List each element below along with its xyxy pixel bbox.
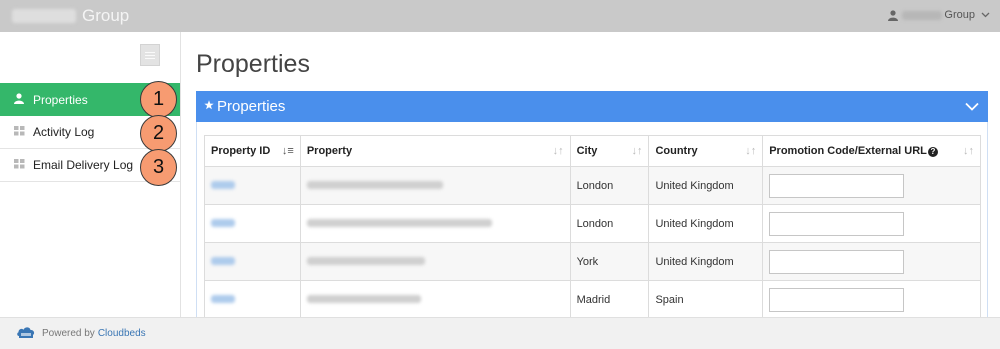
column-header-property[interactable]: Property ↓↑ — [299, 135, 571, 167]
sort-icon[interactable]: ↓↑ — [963, 145, 974, 157]
hamburger-line — [145, 51, 155, 53]
cloudbeds-link[interactable]: Cloudbeds — [98, 328, 146, 339]
page-title: Properties — [196, 50, 310, 78]
panel-header[interactable]: Properties — [196, 91, 988, 122]
promo-code-input[interactable] — [769, 287, 905, 312]
sort-icon[interactable]: ↓↑ — [631, 145, 642, 157]
sidebar-item-label: Activity Log — [33, 125, 95, 139]
column-header-label: Property — [306, 145, 353, 157]
property-name-redacted — [306, 218, 492, 227]
chevron-down-icon — [981, 9, 990, 21]
promo-code-input[interactable] — [769, 211, 905, 236]
table-row: Madrid Spain — [204, 280, 981, 319]
property-name-cell — [299, 204, 571, 243]
promo-code-input[interactable] — [769, 173, 905, 198]
user-menu[interactable]: Group — [888, 9, 990, 21]
table-row: London United Kingdom — [204, 166, 981, 205]
column-header-property-id[interactable]: Property ID ↓≡ — [204, 135, 301, 167]
user-suffix: Group — [944, 9, 975, 21]
grid-icon — [13, 125, 25, 139]
top-bar: Group Group — [0, 0, 1000, 32]
sort-icon[interactable]: ↓↑ — [553, 145, 564, 157]
column-header-label: Promotion Code/External URL — [769, 145, 927, 157]
property-name-redacted — [306, 294, 421, 303]
property-id-cell[interactable] — [204, 204, 301, 243]
sort-icon[interactable]: ↓↑ — [745, 145, 756, 157]
property-id-redacted[interactable] — [211, 256, 235, 265]
country-cell: United Kingdom — [648, 204, 764, 243]
property-name-cell — [299, 242, 571, 281]
powered-by-text: Powered by — [42, 328, 95, 339]
country-cell: United Kingdom — [648, 242, 764, 281]
property-id-cell[interactable] — [204, 166, 301, 205]
menu-toggle-button[interactable] — [140, 44, 160, 66]
property-id-cell[interactable] — [204, 242, 301, 281]
property-id-redacted[interactable] — [211, 180, 235, 189]
callout-badge: 3 — [140, 149, 177, 186]
brand-name-redacted — [12, 9, 76, 23]
column-header-city[interactable]: City ↓↑ — [569, 135, 650, 167]
hamburger-line — [145, 57, 155, 59]
promo-cell — [762, 204, 981, 243]
sidebar-item-label: Email Delivery Log — [33, 158, 134, 172]
cloudbeds-logo-icon — [16, 325, 36, 342]
help-icon[interactable]: ? — [927, 147, 938, 157]
property-id-redacted[interactable] — [211, 294, 235, 303]
promo-cell — [762, 242, 981, 281]
brand-suffix: Group — [82, 6, 130, 25]
properties-table: Property ID ↓≡ Property ↓↑ City ↓↑ Count… — [204, 135, 981, 319]
sort-icon[interactable]: ↓≡ — [282, 145, 294, 157]
callout-badge: 1 — [140, 81, 177, 118]
column-header-country[interactable]: Country ↓↑ — [648, 135, 764, 167]
table-header-row: Property ID ↓≡ Property ↓↑ City ↓↑ Count… — [204, 135, 981, 167]
promo-cell — [762, 280, 981, 319]
sidebar-item-label: Properties — [33, 92, 88, 107]
brand[interactable]: Group — [12, 6, 129, 26]
promo-cell — [762, 166, 981, 205]
column-header-label: City — [576, 145, 598, 157]
user-name-redacted — [902, 10, 943, 20]
column-header-label: Property ID — [211, 145, 271, 157]
column-header-label: Country — [655, 145, 698, 157]
footer: Powered by Cloudbeds — [0, 317, 1000, 349]
country-cell: United Kingdom — [648, 166, 764, 205]
city-cell: York — [569, 242, 650, 281]
table-row: York United Kingdom — [204, 242, 981, 281]
column-header-promotion-code[interactable]: Promotion Code/External URL? ↓↑ — [762, 135, 981, 167]
property-id-cell[interactable] — [204, 280, 301, 319]
property-name-redacted — [306, 256, 425, 265]
property-id-redacted[interactable] — [211, 218, 235, 227]
city-cell: Madrid — [569, 280, 650, 319]
promo-code-input[interactable] — [769, 249, 905, 274]
hamburger-line — [145, 54, 155, 56]
table-row: London United Kingdom — [204, 204, 981, 243]
panel-title: Properties — [217, 98, 286, 115]
property-name-cell — [299, 166, 571, 205]
grid-icon — [13, 158, 25, 172]
city-cell: London — [569, 204, 650, 243]
star-icon — [204, 100, 214, 113]
property-name-cell — [299, 280, 571, 319]
property-name-redacted — [306, 180, 443, 189]
country-cell: Spain — [648, 280, 764, 319]
chevron-down-icon[interactable] — [965, 98, 979, 115]
user-icon — [888, 9, 899, 21]
callout-badge: 2 — [140, 115, 177, 152]
user-icon — [13, 92, 25, 107]
city-cell: London — [569, 166, 650, 205]
